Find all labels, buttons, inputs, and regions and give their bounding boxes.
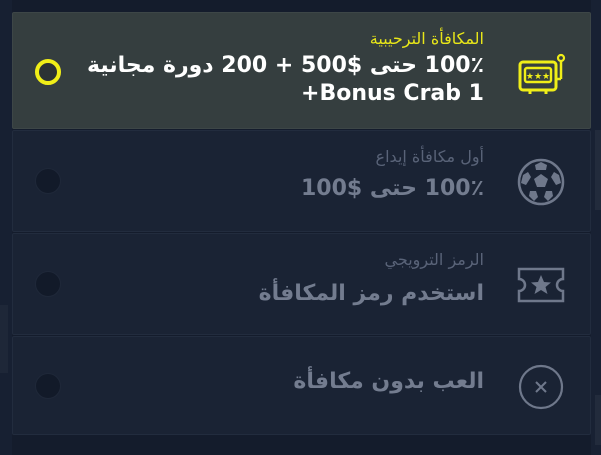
soccer-ball-icon — [516, 157, 566, 207]
bonus-selector: المكافأة الترحيبية 100٪ حتى $500 + 200 د… — [0, 0, 601, 455]
bonus-option-text: أول مكافأة إيداع 100٪ حتى $100 — [301, 147, 484, 204]
bonus-option-subtitle: الرمز الترويجي — [384, 250, 484, 269]
radio-button[interactable] — [35, 271, 61, 297]
bonus-option-text: المكافأة الترحيبية 100٪ حتى $500 + 200 د… — [87, 29, 484, 109]
bonus-option-text: الرمز الترويجي استخدم رمز المكافأة — [259, 250, 484, 309]
bonus-option-welcome[interactable]: المكافأة الترحيبية 100٪ حتى $500 + 200 د… — [12, 12, 591, 129]
bonus-option-subtitle: المكافأة الترحيبية — [369, 29, 484, 48]
radio-button[interactable] — [35, 168, 61, 194]
slot-machine-icon: ★★★ — [516, 49, 566, 99]
bonus-option-title: 100٪ حتى $100 — [300, 176, 484, 201]
bonus-option-no-bonus[interactable]: العب بدون مكافأة — [12, 336, 591, 435]
svg-text:★★★: ★★★ — [526, 72, 550, 82]
radio-button-selected[interactable] — [35, 59, 61, 85]
bonus-option-title: العب بدون مكافأة — [293, 369, 484, 394]
bonus-option-list: المكافأة الترحيبية 100٪ حتى $500 + 200 د… — [12, 12, 591, 435]
right-edge-tab — [595, 395, 601, 445]
left-edge-tab — [0, 305, 8, 373]
scrollbar-track[interactable] — [591, 0, 601, 455]
bonus-option-title: 100٪ حتى $500 + 200 دورة مجانية — [87, 53, 484, 78]
scrollbar-thumb[interactable] — [595, 130, 601, 210]
left-edge-panel — [0, 0, 12, 455]
bonus-option-title: استخدم رمز المكافأة — [258, 281, 484, 306]
star-ticket-icon — [516, 260, 566, 310]
bonus-option-subtitle: أول مكافأة إيداع — [375, 147, 484, 166]
bonus-option-text: العب بدون مكافأة — [293, 367, 484, 397]
bonus-option-promo-code[interactable]: الرمز الترويجي استخدم رمز المكافأة — [12, 233, 591, 335]
close-circle-icon — [516, 362, 566, 412]
radio-button[interactable] — [35, 373, 61, 399]
bonus-option-first-deposit[interactable]: أول مكافأة إيداع 100٪ حتى $100 — [12, 130, 591, 232]
bonus-option-title-line2: Bonus Crab 1+ — [301, 81, 484, 106]
